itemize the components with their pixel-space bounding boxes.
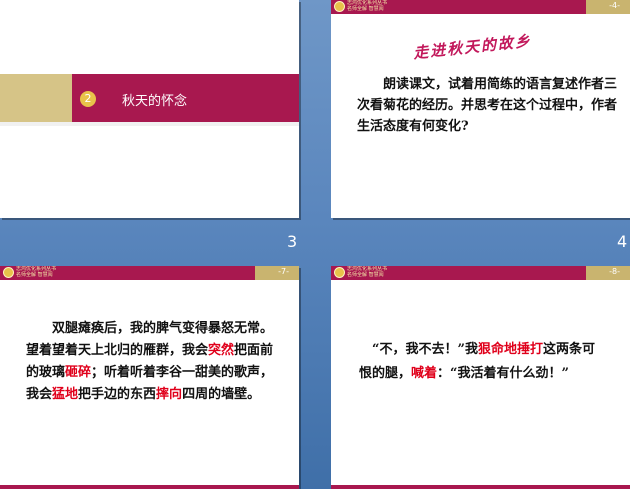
slide-body-text: “不，我不去！”我狠命地捶打这两条可恨的腿，喊着：“我活着有什么劲！” [359,338,599,386]
highlight-segment: 摔向 [156,387,183,402]
calligraphy-title: 走进秋天的故乡 [412,31,533,63]
text-segment: 四周的墙壁。 [182,387,261,402]
slide-header-bar: -7- 志鸿优化系列丛书 名师全解 智慧阅 [0,266,299,280]
header-gold-block [586,266,630,280]
logo-icon [334,267,345,278]
text-segment: 把手边的东西 [78,387,157,402]
highlight-segment: 喊着 [411,366,438,381]
highlight-segment: 猛地 [52,387,79,402]
slide-thumbnail-8[interactable]: -8- 志鸿优化系列丛书 名师全解 智慧阅 “不，我不去！”我狠命地捶打这两条可恨… [331,266,630,489]
logo-text: 志鸿优化系列丛书 名师全解 智慧阅 [347,0,388,12]
highlight-segment: 狠命地捶打 [477,342,543,357]
logo-icon [334,1,345,12]
title-band-gold [0,74,72,122]
header-gold-block [255,266,299,280]
slide-body-text: 朗读课文，试着用简练的语言复述作者三次看菊花的经历。并思考在这个过程中，作者生活… [357,77,618,134]
page-number-4: 4 [617,232,628,251]
bottom-band [0,122,299,126]
slide-body-text: 双腿瘫痪后，我的脾气变得暴怒无常。望着望着天上北归的雁群，我会突然把面前的玻璃砸… [26,318,280,406]
header-slide-number: -4- [609,1,620,10]
page-number-3: 3 [287,232,298,251]
highlight-segment: 砸碎 [65,365,92,380]
slide-thumbnail-4[interactable]: -4- 志鸿优化系列丛书 名师全解 智慧阅 走进秋天的故乡 朗读课文，试着用简练的… [331,0,630,218]
slide-thumbnail-3[interactable]: 2 秋天的怀念 [0,0,299,218]
slide-header-bar: -8- 志鸿优化系列丛书 名师全解 智慧阅 [331,266,630,280]
logo-text: 志鸿优化系列丛书 名师全解 智慧阅 [347,266,388,278]
slide-thumbnail-7[interactable]: -7- 志鸿优化系列丛书 名师全解 智慧阅 双腿瘫痪后，我的脾气变得暴怒无常。望着… [0,266,299,489]
header-slide-number: -7- [278,267,289,276]
highlight-segment: 突然 [208,343,235,358]
text-segment: “不，我不去！”我 [372,342,478,357]
logo-icon [3,267,14,278]
slide-footer-bar [0,485,299,489]
slide-footer-bar [331,485,630,489]
logo-text: 志鸿优化系列丛书 名师全解 智慧阅 [16,266,57,278]
slide-title: 秋天的怀念 [122,94,188,109]
slide-header-bar: -4- 志鸿优化系列丛书 名师全解 智慧阅 [331,0,630,14]
header-slide-number: -8- [609,267,620,276]
header-gold-block [586,0,630,14]
section-number-badge: 2 [80,91,96,107]
text-segment: ：“我活着有什么劲！” [437,366,569,381]
